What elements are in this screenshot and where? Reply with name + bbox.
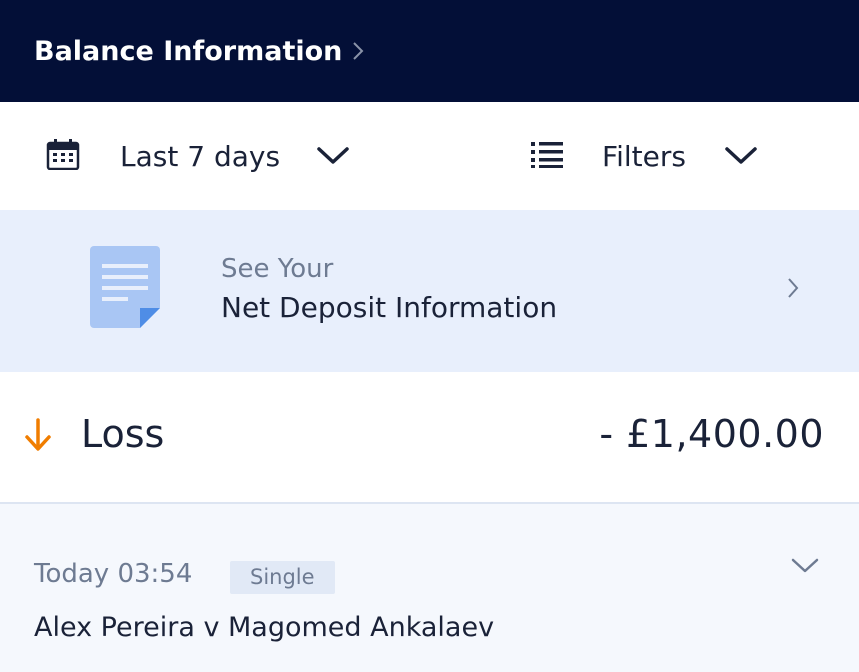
list-icon <box>530 139 564 173</box>
filter-bar: Last 7 days Filters <box>0 102 859 210</box>
calendar-icon <box>46 138 80 174</box>
chevron-down-icon <box>724 145 758 167</box>
arrow-down-icon <box>24 418 52 456</box>
chevron-down-icon <box>316 145 350 167</box>
bet-event-name: Alex Pereira v Magomed Ankalaev <box>34 612 495 643</box>
document-icon <box>90 246 160 332</box>
loss-summary-row: Loss - £1,400.00 <box>0 372 859 504</box>
balance-information-page: Balance Information Last 7 days Filters … <box>0 0 859 672</box>
chevron-right-icon <box>352 40 364 62</box>
filters-label: Filters <box>602 139 686 173</box>
loss-amount: - £1,400.00 <box>599 412 824 456</box>
banner-text: See Your Net Deposit Information <box>221 252 557 328</box>
filters-dropdown[interactable]: Filters <box>530 102 758 210</box>
chevron-right-icon <box>786 276 800 304</box>
date-range-dropdown[interactable]: Last 7 days <box>46 102 350 210</box>
chevron-down-icon[interactable] <box>790 556 820 580</box>
banner-title: Net Deposit Information <box>221 291 558 324</box>
bet-list-item[interactable]: Today 03:54 Single Alex Pereira v Magome… <box>0 504 859 672</box>
page-title: Balance Information <box>34 35 343 67</box>
banner-subtitle: See Your <box>221 254 334 284</box>
date-range-label: Last 7 days <box>120 139 281 173</box>
net-deposit-banner[interactable]: See Your Net Deposit Information <box>0 210 859 372</box>
bet-type-badge: Single <box>230 561 335 594</box>
balance-information-header[interactable]: Balance Information <box>0 0 859 102</box>
loss-label: Loss <box>81 412 165 456</box>
bet-time: Today 03:54 <box>34 559 193 589</box>
